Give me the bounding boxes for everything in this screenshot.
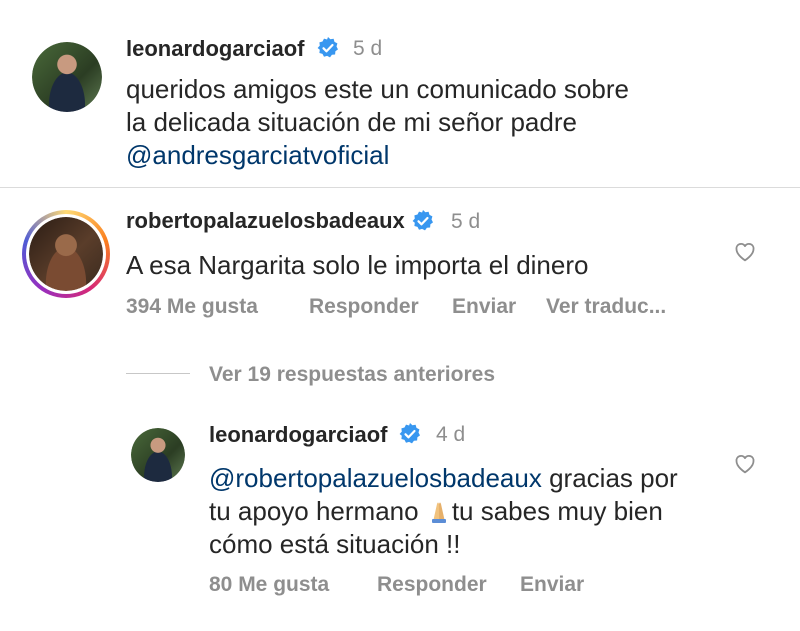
reply-send-button[interactable]: Enviar bbox=[520, 573, 584, 597]
view-previous-replies-button[interactable]: Ver 19 respuestas anteriores bbox=[209, 363, 495, 387]
comment-avatar[interactable] bbox=[29, 217, 103, 291]
post-username[interactable]: leonardogarciaof bbox=[126, 36, 304, 62]
verified-badge-icon bbox=[399, 423, 420, 444]
heart-outline-icon[interactable] bbox=[733, 240, 757, 262]
reply-avatar[interactable] bbox=[131, 428, 185, 482]
reply-mention[interactable]: @robertopalazuelosbadeaux bbox=[209, 463, 542, 493]
post-caption-mention[interactable]: @andresgarciatvoficial bbox=[126, 139, 389, 172]
comment-send-button[interactable]: Enviar bbox=[452, 295, 516, 319]
divider bbox=[0, 187, 800, 188]
comment-username[interactable]: robertopalazuelosbadeaux bbox=[126, 208, 405, 234]
reply-text-line3: cómo está situación !! bbox=[209, 529, 461, 559]
post-caption-line2: la delicada situación de mi señor padre bbox=[126, 107, 577, 137]
reply-time: 4 d bbox=[436, 423, 466, 446]
view-replies-line bbox=[126, 373, 190, 374]
comment-reply-button[interactable]: Responder bbox=[309, 295, 419, 319]
reply-text-line2-b: tu sabes muy bien bbox=[451, 496, 663, 526]
reply-reply-button[interactable]: Responder bbox=[377, 573, 487, 597]
comment-likes[interactable]: 394 Me gusta bbox=[126, 295, 258, 319]
reply-text-line1: @robertopalazuelosbadeaux gracias por bbox=[209, 462, 678, 495]
post-avatar[interactable] bbox=[32, 42, 102, 112]
comment-translate-button[interactable]: Ver traduc... bbox=[546, 295, 666, 319]
post-time: 5 d bbox=[353, 37, 383, 60]
reply-username[interactable]: leonardogarciaof bbox=[209, 422, 387, 448]
post-caption-line1: queridos amigos este un comunicado sobre bbox=[126, 74, 629, 104]
verified-badge-icon bbox=[412, 210, 433, 231]
comment-time: 5 d bbox=[451, 210, 481, 233]
comment-text: A esa Nargarita solo le importa el diner… bbox=[126, 250, 589, 280]
reply-likes[interactable]: 80 Me gusta bbox=[209, 573, 329, 597]
reply-text-line2-a: tu apoyo hermano bbox=[209, 496, 426, 526]
reply-text-after-mention: gracias por bbox=[541, 463, 678, 493]
heart-outline-icon[interactable] bbox=[733, 452, 757, 474]
verified-badge-icon bbox=[317, 37, 338, 58]
folded-hands-emoji bbox=[431, 502, 446, 523]
reply-text-line2: tu apoyo hermano tu sabes muy bien bbox=[209, 495, 663, 528]
